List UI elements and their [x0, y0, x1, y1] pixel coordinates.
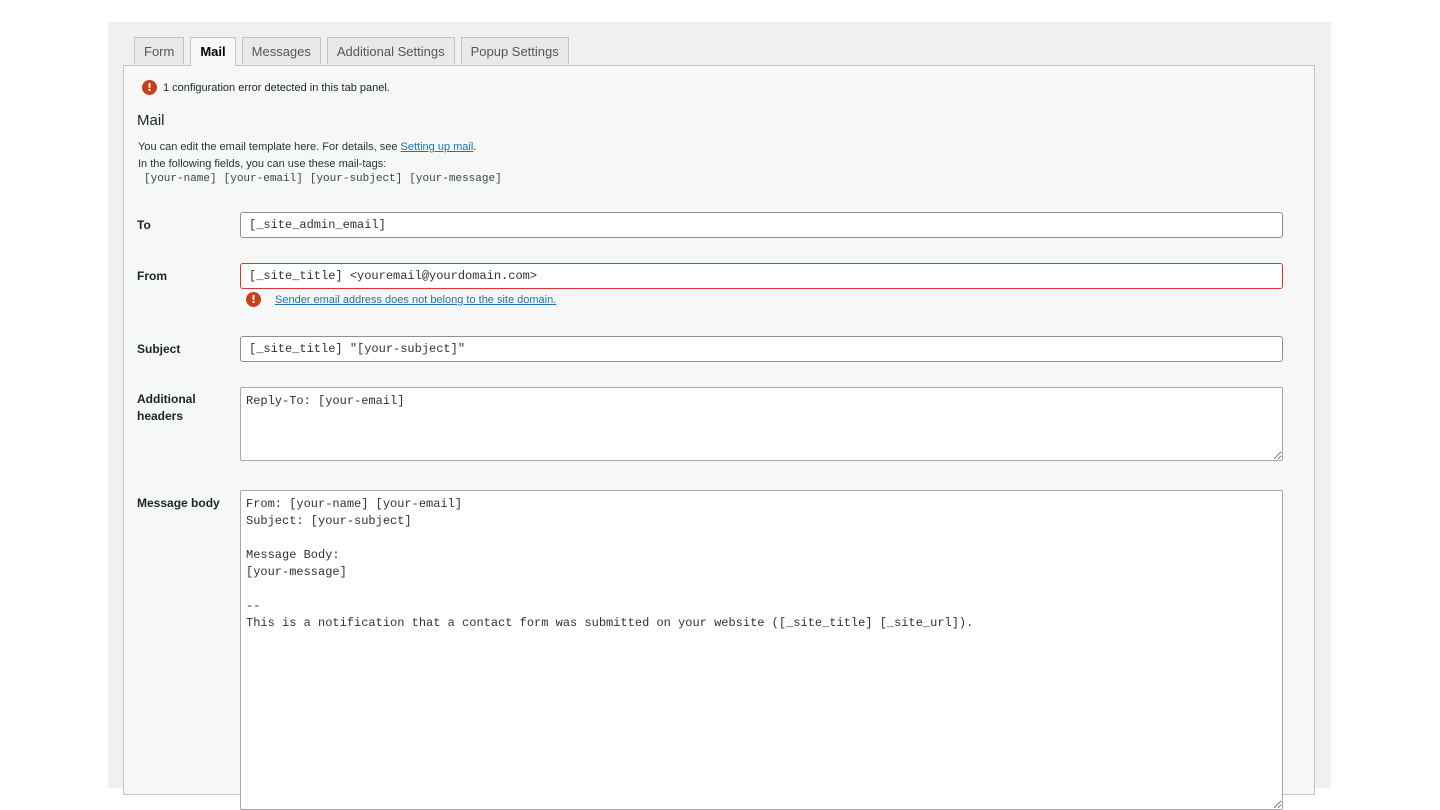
additional-headers-field[interactable]: Reply-To: [your-email] — [240, 387, 1283, 461]
tab-popup-settings[interactable]: Popup Settings — [460, 37, 569, 64]
additional-headers-label: Additional headers — [137, 391, 196, 425]
config-error-text: 1 configuration error detected in this t… — [163, 81, 390, 94]
tab-additional-settings[interactable]: Additional Settings — [326, 37, 455, 64]
tab-form[interactable]: Form — [134, 37, 185, 64]
mail-tag: [your-email] — [223, 173, 303, 185]
additional-headers-label-line2: headers — [137, 409, 184, 423]
setting-up-mail-link[interactable]: Setting up mail — [401, 141, 474, 153]
message-body-field[interactable]: From: [your-name] [your-email] Subject: … — [240, 490, 1283, 810]
subject-label: Subject — [137, 342, 181, 356]
exclamation-icon: ! — [142, 80, 157, 95]
additional-headers-label-line1: Additional — [137, 392, 196, 406]
from-field-error: ! Sender email address does not belong t… — [246, 292, 556, 307]
from-error-link[interactable]: Sender email address does not belong to … — [275, 294, 556, 306]
mail-tag: [your-subject] — [309, 173, 403, 185]
subject-field[interactable] — [240, 336, 1283, 362]
exclamation-icon: ! — [246, 292, 261, 307]
settings-container: Form Mail Messages Additional Settings P… — [108, 22, 1331, 810]
mail-tag: [your-name] — [144, 173, 217, 185]
from-field[interactable] — [240, 263, 1283, 289]
config-error-notice: ! 1 configuration error detected in this… — [142, 80, 390, 95]
section-description: You can edit the email template here. Fo… — [138, 139, 476, 173]
tab-messages[interactable]: Messages — [241, 37, 321, 64]
section-title: Mail — [137, 112, 165, 129]
tab-bar: Form Mail Messages Additional Settings P… — [134, 37, 569, 66]
mail-tags-intro: In the following fields, you can use the… — [138, 158, 387, 170]
mail-tag: [your-message] — [409, 173, 502, 185]
description-period: . — [473, 141, 477, 153]
to-field[interactable] — [240, 212, 1283, 238]
description-text: You can edit the email template here. Fo… — [138, 141, 401, 153]
to-label: To — [137, 218, 151, 232]
mail-tags-list: [your-name] [your-email] [your-subject] … — [144, 173, 502, 185]
mail-tab-panel: ! 1 configuration error detected in this… — [123, 65, 1315, 810]
from-label: From — [137, 269, 167, 283]
tab-mail[interactable]: Mail — [190, 37, 236, 66]
message-body-label: Message body — [137, 496, 220, 510]
